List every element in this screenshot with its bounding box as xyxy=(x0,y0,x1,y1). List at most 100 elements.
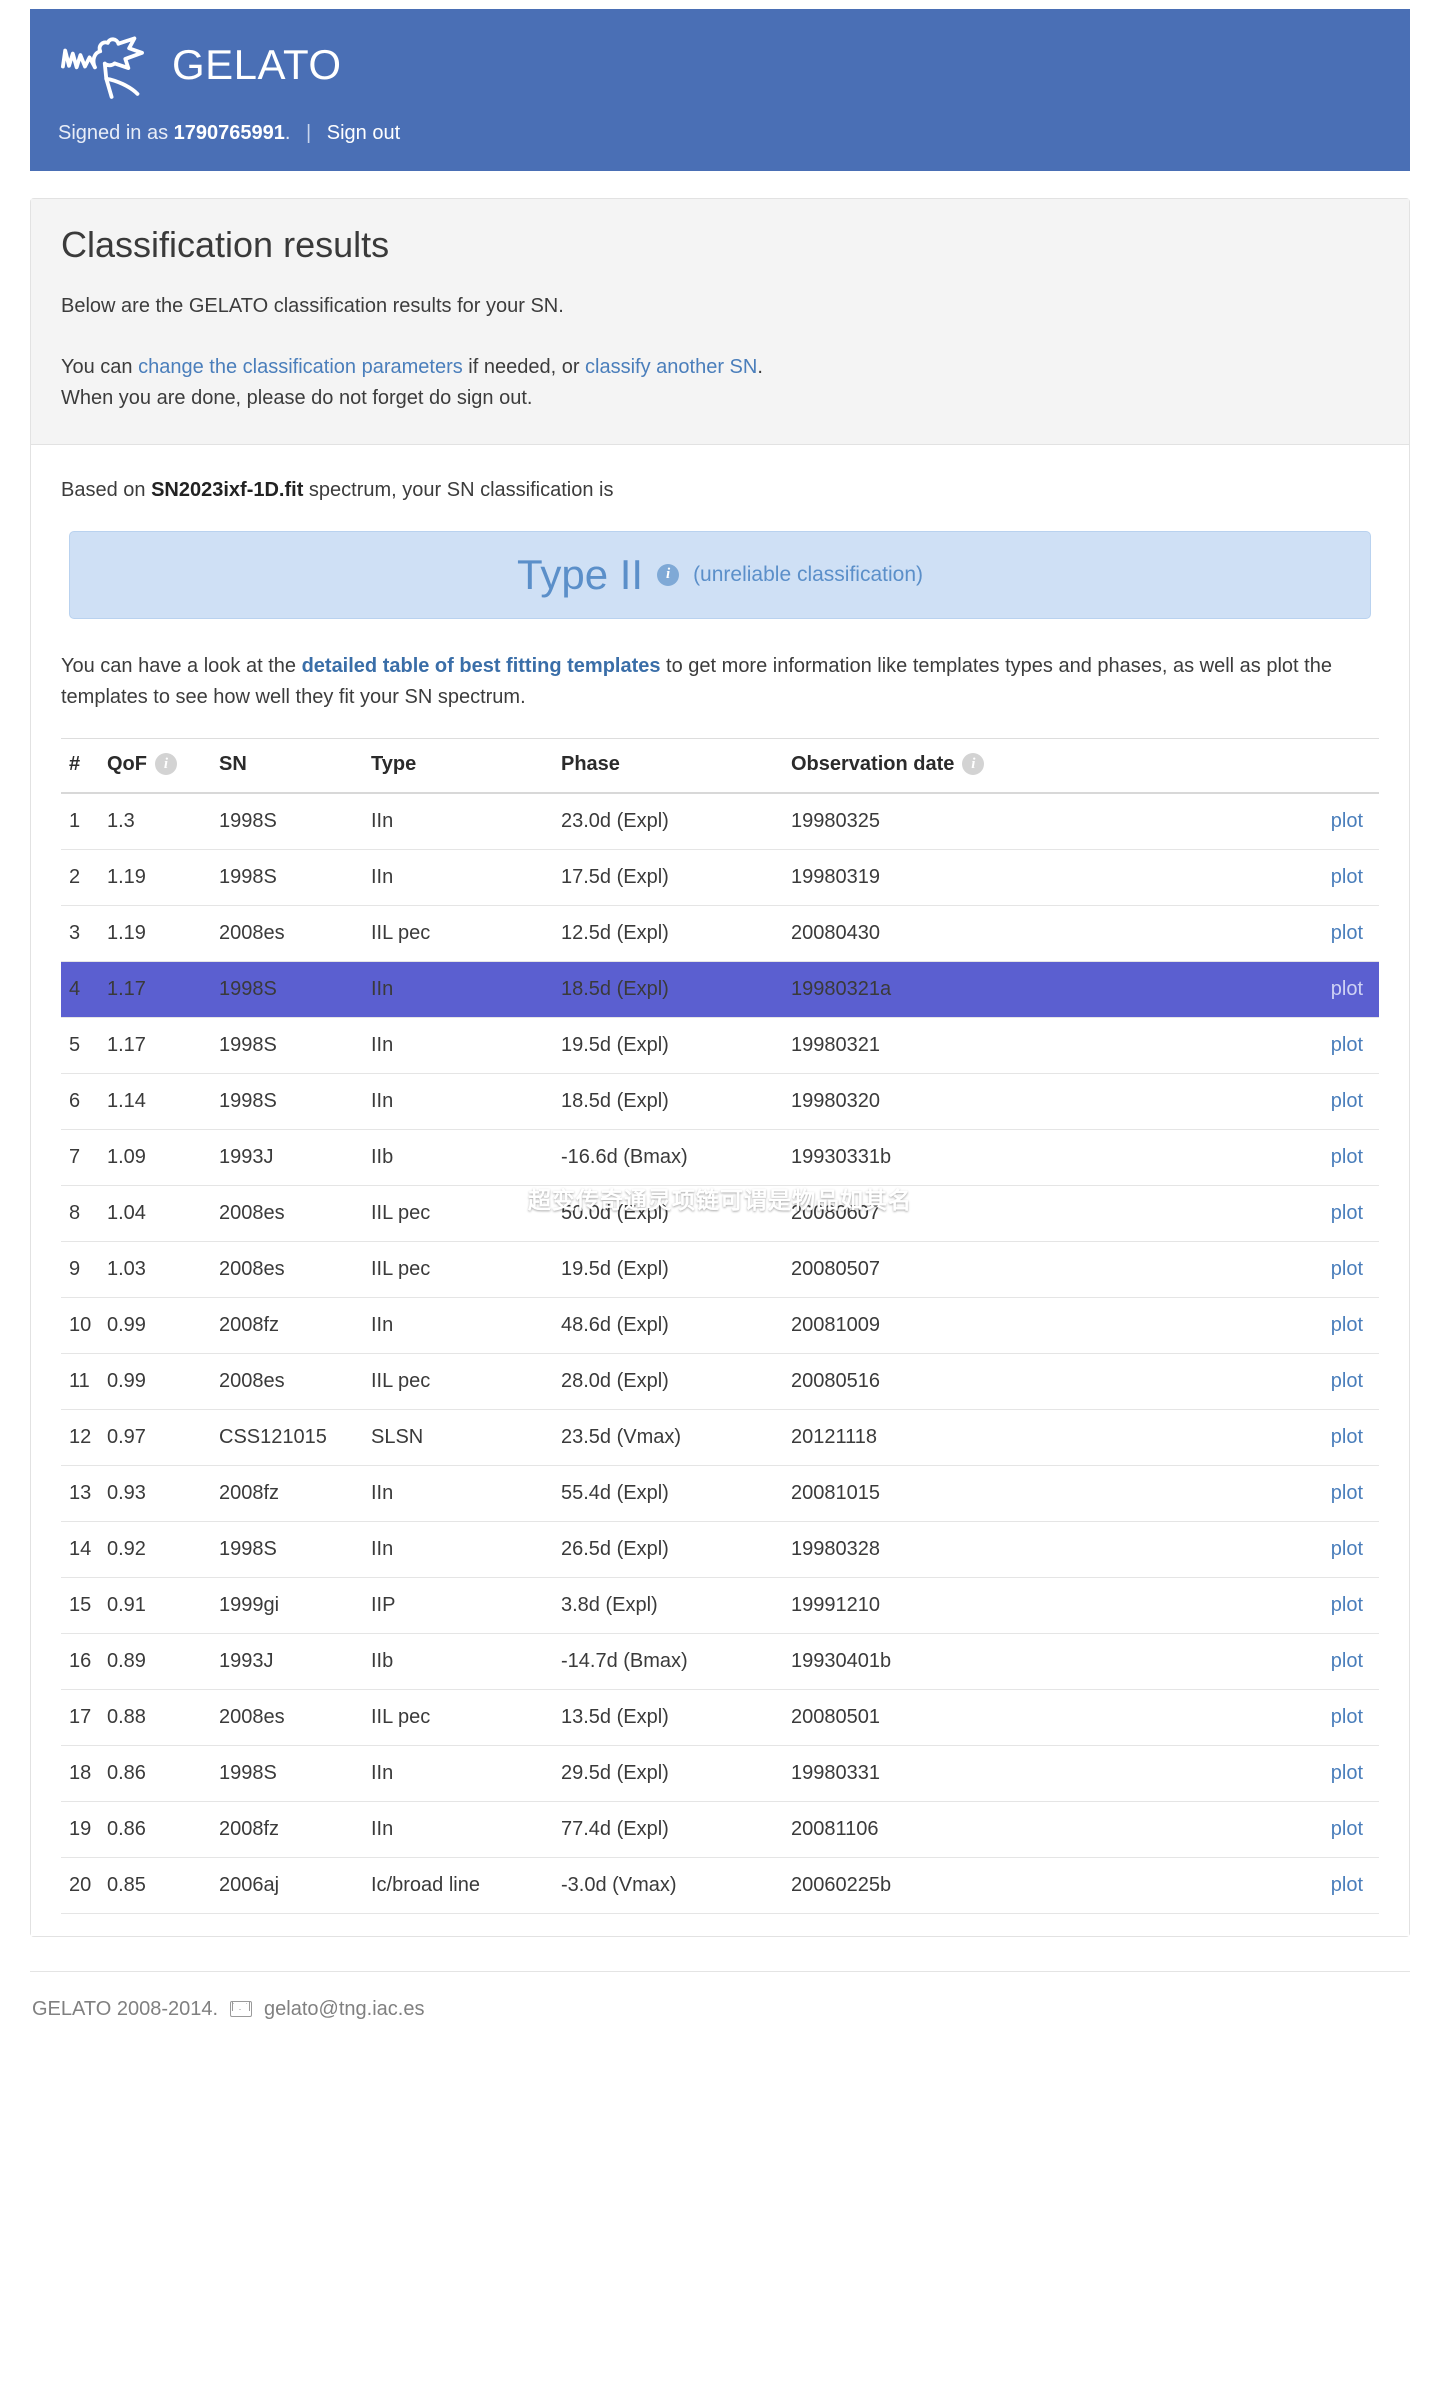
cell-plot: plot xyxy=(1289,1409,1379,1466)
cell-phase: 18.5d (Expl) xyxy=(555,1073,785,1130)
change-parameters-link[interactable]: change the classification parameters xyxy=(138,356,463,378)
table-row[interactable]: 20 0.85 2006aj Ic/broad line -3.0d (Vmax) 200… xyxy=(61,1857,1379,1914)
parameters-paragraph: You can change the classification parame… xyxy=(61,352,1379,414)
detailed-table-link[interactable]: detailed table of best fitting templates xyxy=(302,655,661,677)
table-row[interactable]: 11 0.99 2008es IIL pec 28.0d (Expl) 20080516 p… xyxy=(61,1353,1379,1410)
results-panel: Classification results Below are the GEL… xyxy=(30,198,1410,1937)
plot-link[interactable]: plot xyxy=(1331,1538,1363,1560)
cell-number: 14 xyxy=(61,1521,101,1578)
table-row[interactable]: 7 1.09 1993J IIb -16.6d (Bmax) 19930331b plot xyxy=(61,1129,1379,1186)
plot-link[interactable]: plot xyxy=(1331,1314,1363,1336)
table-row[interactable]: 1 1.3 1998S IIn 23.0d (Expl) 19980325 plot xyxy=(61,792,1379,850)
cell-plot: plot xyxy=(1289,1353,1379,1410)
plot-link[interactable]: plot xyxy=(1331,1090,1363,1112)
table-row[interactable]: 15 0.91 1999gi IIP 3.8d (Expl) 19991210 plot xyxy=(61,1577,1379,1634)
table-row[interactable]: 9 1.03 2008es IIL pec 19.5d (Expl) 20080507 pl… xyxy=(61,1241,1379,1298)
footer-email-link[interactable]: gelato@tng.iac.es xyxy=(264,1998,424,2021)
table-row[interactable]: 19 0.86 2008fz IIn 77.4d (Expl) 20081106 plot xyxy=(61,1801,1379,1858)
cell-phase: 23.5d (Vmax) xyxy=(555,1409,785,1466)
cell-phase: 19.5d (Expl) xyxy=(555,1241,785,1298)
classification-result-box: Type II i (unreliable classification) xyxy=(69,530,1371,619)
plot-link[interactable]: plot xyxy=(1331,1482,1363,1504)
footer-copyright: GELATO 2008-2014. xyxy=(32,1997,219,2020)
table-body: 1 1.3 1998S IIn 23.0d (Expl) 19980325 plot 2 1.1… xyxy=(61,792,1379,1914)
cell-sn: 1998S xyxy=(213,792,365,850)
classify-another-sn-link[interactable]: classify another SN xyxy=(585,356,757,378)
column-header-phase[interactable]: Phase xyxy=(555,737,785,794)
table-row[interactable]: 2 1.19 1998S IIn 17.5d (Expl) 19980319 plot xyxy=(61,849,1379,906)
column-header-qof[interactable]: QoF i xyxy=(101,737,213,794)
username: 1790765991 xyxy=(173,122,285,144)
plot-link[interactable]: plot xyxy=(1331,922,1363,944)
cell-observation-date: 19930401b xyxy=(785,1633,1289,1690)
cell-plot: plot xyxy=(1289,961,1379,1018)
cell-plot: plot xyxy=(1289,792,1379,850)
table-row[interactable]: 13 0.93 2008fz IIn 55.4d (Expl) 20081015 plot xyxy=(61,1465,1379,1522)
info-icon[interactable]: i xyxy=(657,563,680,586)
column-header-type[interactable]: Type xyxy=(365,737,555,794)
cell-observation-date: 20081106 xyxy=(785,1801,1289,1858)
qof-info-icon[interactable]: i xyxy=(155,753,177,776)
cell-qof: 0.88 xyxy=(101,1689,213,1746)
plot-link[interactable]: plot xyxy=(1331,1146,1363,1168)
cell-number: 16 xyxy=(61,1633,101,1690)
cell-phase: 50.0d (Expl) xyxy=(555,1185,785,1242)
table-row[interactable]: 14 0.92 1998S IIn 26.5d (Expl) 19980328 plot xyxy=(61,1521,1379,1578)
cell-plot: plot xyxy=(1289,1129,1379,1186)
plot-link[interactable]: plot xyxy=(1331,810,1363,832)
column-header-observation-date[interactable]: Observation date i xyxy=(785,737,1289,794)
table-row[interactable]: 5 1.17 1998S IIn 19.5d (Expl) 19980321 plot xyxy=(61,1017,1379,1074)
plot-link[interactable]: plot xyxy=(1331,1370,1363,1392)
plot-link[interactable]: plot xyxy=(1331,1874,1363,1896)
cell-phase: 26.5d (Expl) xyxy=(555,1521,785,1578)
sign-out-link[interactable]: Sign out xyxy=(327,122,400,144)
cell-sn: 1998S xyxy=(213,1073,365,1130)
table-row[interactable]: 3 1.19 2008es IIL pec 12.5d (Expl) 20080430 pl… xyxy=(61,905,1379,962)
panel-body: Based on SN2023ixf-1D.fit spectrum, your… xyxy=(31,444,1409,1936)
cell-plot: plot xyxy=(1289,1017,1379,1074)
cell-plot: plot xyxy=(1289,1633,1379,1690)
cell-type: IIb xyxy=(365,1633,555,1690)
table-row[interactable]: 12 0.97 CSS121015 SLSN 23.5d (Vmax) 20121118 p… xyxy=(61,1409,1379,1466)
plot-link[interactable]: plot xyxy=(1331,1202,1363,1224)
table-row[interactable]: 17 0.88 2008es IIL pec 13.5d (Expl) 20080501 p… xyxy=(61,1689,1379,1746)
column-header-observation-date-label: Observation date xyxy=(791,752,955,775)
intro-text: Below are the GELATO classification resu… xyxy=(61,294,564,317)
plot-link[interactable]: plot xyxy=(1331,1258,1363,1280)
cell-qof: 1.09 xyxy=(101,1129,213,1186)
table-row[interactable]: 4 1.17 1998S IIn 18.5d (Expl) 19980321a plot xyxy=(61,961,1379,1018)
cell-observation-date: 20080516 xyxy=(785,1353,1289,1410)
cell-plot: plot xyxy=(1289,1465,1379,1522)
panel-header: Classification results Below are the GEL… xyxy=(31,199,1409,445)
table-row[interactable]: 8 1.04 2008es IIL pec 50.0d (Expl) 20080607 pl… xyxy=(61,1185,1379,1242)
based-on-pre: Based on xyxy=(61,478,152,501)
cell-type: IIn xyxy=(365,792,555,850)
column-header-sn[interactable]: SN xyxy=(213,737,365,794)
cell-plot: plot xyxy=(1289,1801,1379,1858)
gelato-squiggle-logo-icon xyxy=(61,36,144,99)
cell-observation-date: 19980328 xyxy=(785,1521,1289,1578)
plot-link[interactable]: plot xyxy=(1331,866,1363,888)
table-row[interactable]: 10 0.99 2008fz IIn 48.6d (Expl) 20081009 plot xyxy=(61,1297,1379,1354)
cell-type: IIL pec xyxy=(365,1241,555,1298)
cell-type: IIn xyxy=(365,1073,555,1130)
table-row[interactable]: 18 0.86 1998S IIn 29.5d (Expl) 19980331 plot xyxy=(61,1745,1379,1802)
plot-link[interactable]: plot xyxy=(1331,1594,1363,1616)
plot-link[interactable]: plot xyxy=(1331,978,1363,1000)
observation-date-info-icon[interactable]: i xyxy=(962,753,985,776)
column-header-number[interactable]: # xyxy=(61,737,101,794)
table-row[interactable]: 16 0.89 1993J IIb -14.7d (Bmax) 19930401b plot xyxy=(61,1633,1379,1690)
plot-link[interactable]: plot xyxy=(1331,1706,1363,1728)
cell-type: SLSN xyxy=(365,1409,555,1466)
cell-sn: 2008fz xyxy=(213,1465,365,1522)
plot-link[interactable]: plot xyxy=(1331,1034,1363,1056)
plot-link[interactable]: plot xyxy=(1331,1762,1363,1784)
cell-observation-date: 20081009 xyxy=(785,1297,1289,1354)
cell-number: 7 xyxy=(61,1129,101,1186)
plot-link[interactable]: plot xyxy=(1331,1650,1363,1672)
cell-sn: 1998S xyxy=(213,1017,365,1074)
cell-qof: 1.17 xyxy=(101,961,213,1018)
plot-link[interactable]: plot xyxy=(1331,1818,1363,1840)
table-row[interactable]: 6 1.14 1998S IIn 18.5d (Expl) 19980320 plot xyxy=(61,1073,1379,1130)
plot-link[interactable]: plot xyxy=(1331,1426,1363,1448)
